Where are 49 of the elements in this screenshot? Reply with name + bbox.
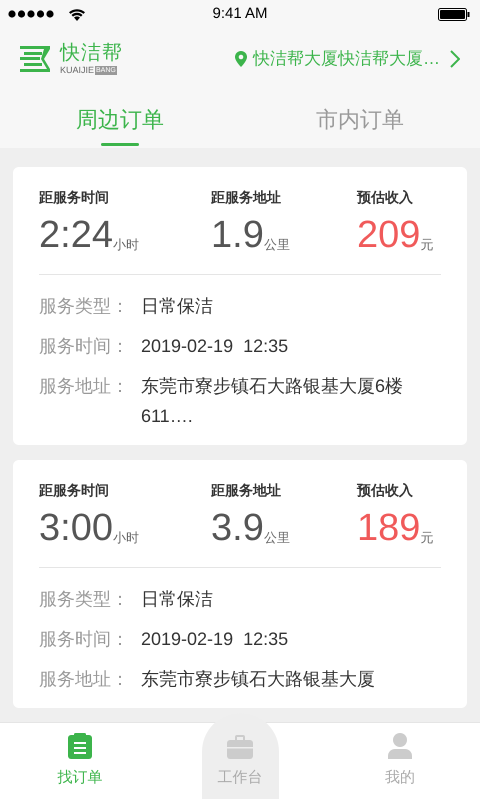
detail-value: 东莞市寮步镇石大路银基大厦6楼611…. bbox=[141, 375, 404, 428]
order-card[interactable]: 距服务时间 3:00小时 距服务地址 3.9公里 预估收入 189元 服务类型： 日常保洁 服务时间： 2019-02-19 12:35 服务地址： 东莞市寮步镇石大路银基大厦 bbox=[13, 460, 467, 708]
chevron-right-icon bbox=[450, 50, 460, 68]
nav-tab[interactable]: 找订单 bbox=[52, 723, 108, 800]
stat-unit: 公里 bbox=[264, 236, 290, 254]
stat-value: 2:24 bbox=[39, 214, 113, 256]
stat-value: 209 bbox=[357, 214, 420, 256]
logo-icon bbox=[20, 44, 50, 74]
stat-unit: 公里 bbox=[264, 528, 290, 546]
detail-value: 日常保洁 bbox=[141, 295, 213, 318]
stat-unit: 元 bbox=[420, 236, 434, 254]
detail-label: 服务地址： bbox=[39, 375, 130, 398]
stat-label: 距服务时间 bbox=[39, 188, 110, 207]
stat-unit: 小时 bbox=[112, 528, 139, 546]
stat-value: 3:00 bbox=[39, 507, 113, 549]
stat-value: 3.9 bbox=[211, 507, 264, 549]
location-pin-icon bbox=[235, 51, 247, 67]
detail-value: 2019-02-19 12:35 bbox=[141, 628, 288, 651]
stat-label: 预估收入 bbox=[357, 188, 414, 207]
stat-value: 1.9 bbox=[211, 214, 264, 256]
order-card[interactable]: 距服务时间 2:24小时 距服务地址 1.9公里 预估收入 209元 服务类型： 日常保洁 服务时间： 2019-02-19 12:35 服务地址： 东莞市寮步镇石大路银基大厦6楼611…. bbox=[13, 167, 467, 445]
stat-value: 189 bbox=[357, 507, 420, 549]
stat-label: 距服务时间 bbox=[39, 481, 110, 500]
detail-value: 2019-02-19 12:35 bbox=[141, 335, 288, 358]
detail-value: 日常保洁 bbox=[141, 588, 213, 611]
stat-unit: 元 bbox=[420, 528, 434, 546]
detail-label: 服务地址： bbox=[39, 668, 130, 691]
stat-unit: 小时 bbox=[112, 236, 139, 254]
signal-icon bbox=[8, 10, 54, 18]
briefcase-icon bbox=[227, 734, 253, 758]
detail-label: 服务类型： bbox=[39, 588, 130, 611]
stat-label: 预估收入 bbox=[357, 481, 414, 500]
nav-tab[interactable]: 我的 bbox=[379, 723, 421, 800]
brand-latin: KUAIJIE bbox=[60, 64, 94, 76]
brand-name: 快洁帮 bbox=[60, 42, 123, 64]
battery-icon bbox=[438, 8, 470, 20]
detail-value: 东莞市寮步镇石大路银基大厦 bbox=[141, 668, 375, 691]
wifi-icon bbox=[68, 8, 86, 20]
clipboard-icon bbox=[68, 733, 92, 760]
stat-label: 距服务地址 bbox=[211, 188, 282, 207]
detail-label: 服务时间： bbox=[39, 335, 130, 358]
detail-label: 服务时间： bbox=[39, 628, 130, 651]
order-tab[interactable]: 周边订单 bbox=[0, 90, 240, 148]
location-selector[interactable]: 快洁帮大厦快洁帮大厦… bbox=[235, 46, 460, 72]
detail-label: 服务类型： bbox=[39, 295, 130, 318]
person-icon bbox=[388, 733, 412, 760]
clock-time: 9:41 AM bbox=[212, 4, 268, 24]
stat-label: 距服务地址 bbox=[211, 481, 282, 500]
order-tab[interactable]: 市内订单 bbox=[240, 90, 480, 148]
